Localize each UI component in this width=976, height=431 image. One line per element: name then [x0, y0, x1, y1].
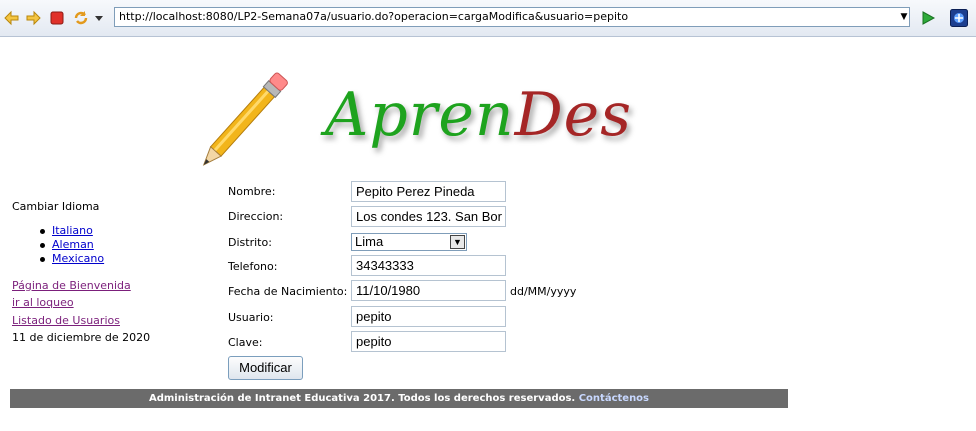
refresh-icon[interactable] [73, 10, 89, 26]
nombre-label: Nombre: [228, 185, 276, 198]
language-link-aleman[interactable]: Aleman [52, 238, 94, 251]
footer-text: Administración de Intranet Educativa 201… [148, 393, 576, 404]
direccion-label: Direccion: [228, 210, 284, 223]
url-dropdown-icon[interactable]: ▼ [898, 11, 910, 23]
distrito-label: Distrito: [228, 236, 272, 249]
fecha-format-hint: dd/MM/yyyy [510, 285, 577, 298]
usuario-input[interactable]: pepito [351, 306, 506, 327]
distrito-selected-value: Lima [355, 234, 384, 249]
usuario-label: Usuario: [228, 311, 274, 324]
contact-link[interactable]: Contáctenos [579, 393, 649, 404]
stop-icon[interactable] [49, 10, 65, 26]
direccion-input[interactable]: Los condes 123. San Bor [351, 206, 506, 227]
current-date: 11 de diciembre de 2020 [12, 331, 151, 344]
language-item: Italiano [39, 224, 104, 238]
url-bar[interactable]: http://localhost:8080/LP2-Semana07a/usua… [114, 7, 910, 27]
language-list: Italiano Aleman Mexicano [39, 224, 104, 266]
clave-input[interactable]: pepito [351, 331, 506, 352]
dropdown-icon[interactable] [94, 10, 104, 26]
language-item: Mexicano [39, 252, 104, 266]
language-item: Aleman [39, 238, 104, 252]
distrito-select[interactable]: Lima ▼ [351, 233, 467, 251]
browser-toolbar: http://localhost:8080/LP2-Semana07a/usua… [0, 0, 976, 37]
logo-text-apren: Apren [325, 80, 515, 150]
forward-icon[interactable] [25, 10, 41, 26]
aprendes-logo: AprenDes [190, 60, 631, 170]
go-icon[interactable] [920, 10, 936, 26]
welcome-page-link[interactable]: Página de Bienvenida [12, 279, 131, 293]
login-link[interactable]: ir al loqueo [12, 296, 74, 310]
extension-icon[interactable] [950, 9, 968, 27]
chevron-down-icon[interactable]: ▼ [450, 235, 465, 249]
back-icon[interactable] [4, 10, 20, 26]
language-link-italiano[interactable]: Italiano [52, 224, 93, 237]
nombre-input[interactable]: Pepito Perez Pineda [351, 181, 506, 202]
telefono-label: Telefono: [228, 260, 278, 273]
modificar-button[interactable]: Modificar [228, 356, 303, 380]
fecha-label: Fecha de Nacimiento: [228, 285, 348, 298]
footer: Administración de Intranet Educativa 201… [10, 389, 788, 408]
telefono-input[interactable]: 34343333 [351, 255, 506, 276]
pencil-icon [202, 72, 288, 166]
language-link-mexicano[interactable]: Mexicano [52, 252, 104, 265]
logo-text-des: Des [514, 80, 632, 150]
clave-label: Clave: [228, 336, 263, 349]
fecha-input[interactable]: 11/10/1980 [351, 280, 506, 301]
language-title: Cambiar Idioma [12, 200, 100, 213]
logo-text: AprenDes [325, 80, 632, 150]
users-list-link[interactable]: Listado de Usuarios [12, 314, 120, 328]
